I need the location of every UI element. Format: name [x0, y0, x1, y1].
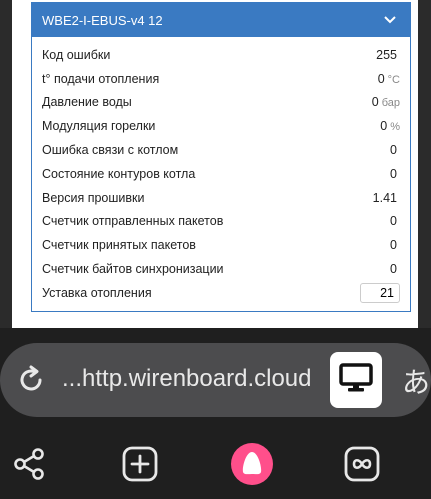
row-label: Давление воды: [42, 95, 132, 110]
right-background: [418, 0, 431, 330]
row-label: Код ошибки: [42, 47, 111, 62]
tabs-icon[interactable]: [340, 442, 384, 486]
row-unit: %: [390, 121, 400, 134]
row-label: Счетчик байтов синхронизации: [42, 262, 224, 277]
row-label: Ошибка связи с котлом: [42, 143, 179, 158]
row-label: Состояние контуров котла: [42, 166, 196, 181]
widget-rows: Код ошибки 255 t° подачи отопления 0 °C Д…: [32, 37, 410, 305]
row-value: 0: [371, 95, 379, 110]
row-unit: °C: [387, 73, 400, 86]
reload-icon[interactable]: [14, 363, 48, 397]
chevron-down-icon[interactable]: [382, 12, 398, 28]
row-label: Версия прошивки: [42, 190, 145, 205]
device-widget: WBE2-I-EBUS-v4 12 Код ошибки 255 t° пода…: [31, 2, 411, 312]
row-comm-error: Ошибка связи с котлом 0: [32, 138, 410, 162]
share-icon[interactable]: [7, 442, 51, 486]
row-firmware-version: Версия прошивки 1.41: [32, 186, 410, 210]
row-label: Счетчик принятых пакетов: [42, 238, 196, 253]
row-value: 0: [377, 71, 385, 86]
row-supply-temp: t° подачи отопления 0 °C: [32, 67, 410, 91]
row-received-packets: Счетчик принятых пакетов 0: [32, 233, 410, 257]
row-label: Модуляция горелки: [42, 119, 156, 134]
row-circuit-state: Состояние контуров котла 0: [32, 162, 410, 186]
row-value: 0: [390, 262, 397, 277]
row-label: Счетчик отправленных пакетов: [42, 214, 224, 229]
address-bar[interactable]: ...http.wirenboard.cloud あ: [0, 343, 431, 417]
row-burner-modulation: Модуляция горелки 0%: [32, 114, 410, 138]
translate-icon[interactable]: あ: [402, 361, 430, 401]
row-value: 1.41: [372, 190, 397, 205]
row-value: 0: [390, 214, 397, 229]
row-sync-bytes: Счетчик байтов синхронизации 0: [32, 257, 410, 281]
desktop-mode-button[interactable]: [330, 352, 382, 408]
bottom-toolbar: [0, 434, 431, 494]
row-heating-setpoint: Уставка отопления: [32, 281, 410, 305]
row-label: t° подачи отопления: [42, 71, 160, 86]
row-unit: бар: [381, 97, 400, 110]
row-error-code: Код ошибки 255: [32, 43, 410, 67]
alice-icon[interactable]: [230, 442, 274, 486]
row-value: 0: [390, 143, 397, 158]
row-label: Уставка отопления: [42, 285, 152, 300]
widget-title: WBE2-I-EBUS-v4 12: [42, 12, 163, 28]
row-value: 0: [390, 238, 397, 253]
row-value: 0: [380, 119, 388, 134]
heating-setpoint-input[interactable]: [360, 282, 400, 303]
desktop-icon: [339, 362, 373, 398]
row-sent-packets: Счетчик отправленных пакетов 0: [32, 210, 410, 234]
new-tab-icon[interactable]: [118, 442, 162, 486]
row-value: 255: [376, 47, 397, 62]
row-water-pressure: Давление воды 0 бар: [32, 91, 410, 115]
url-text[interactable]: ...http.wirenboard.cloud: [62, 365, 332, 393]
row-value: 0: [390, 166, 397, 181]
left-background: [0, 0, 12, 330]
browser-chrome: ...http.wirenboard.cloud あ: [0, 328, 431, 499]
widget-header[interactable]: WBE2-I-EBUS-v4 12: [32, 3, 410, 37]
